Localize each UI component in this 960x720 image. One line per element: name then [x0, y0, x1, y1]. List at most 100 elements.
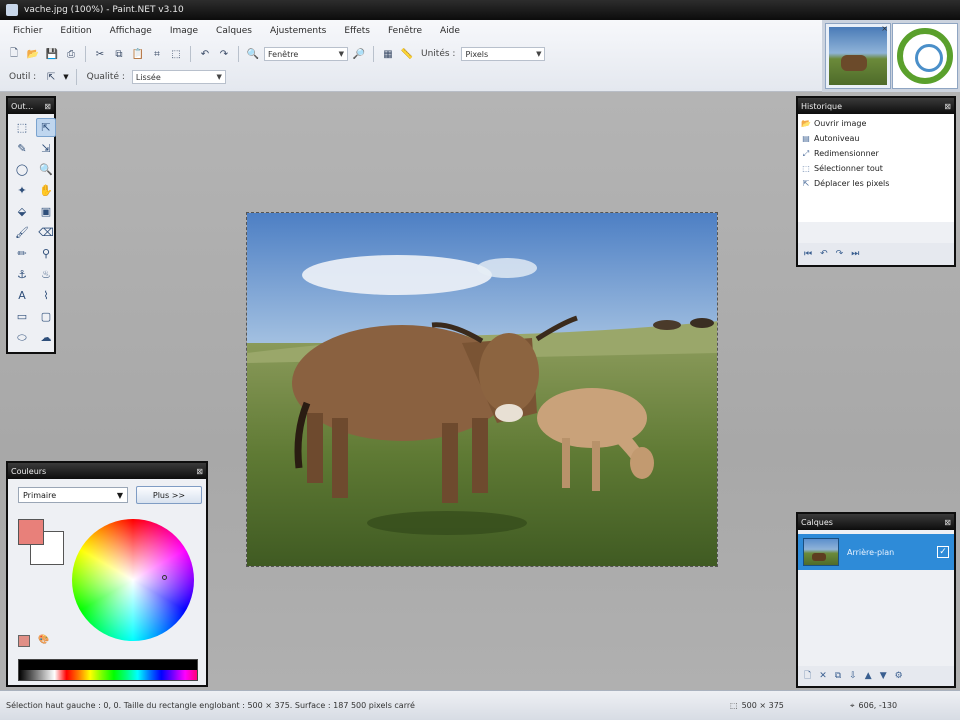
colors-controls: Primaire ▼ Plus >>: [8, 479, 206, 505]
more-colors-button[interactable]: Plus >>: [136, 486, 202, 504]
layer-properties-icon[interactable]: ⚙: [895, 671, 903, 681]
lasso-select-icon[interactable]: ✎: [12, 139, 32, 158]
rounded-rectangle-icon[interactable]: ▢: [36, 307, 56, 326]
paint-bucket-icon[interactable]: ⬙: [12, 202, 32, 221]
pin-icon[interactable]: ⊠: [944, 518, 951, 527]
magic-wand-icon[interactable]: ✦: [12, 181, 32, 200]
menu-ajustements[interactable]: Ajustements: [263, 24, 333, 40]
crop-icon[interactable]: ⌗: [149, 46, 165, 62]
move-pixels-icon: ⇱: [802, 179, 810, 188]
history-item[interactable]: ▤ Autoniveau: [801, 131, 951, 146]
image-thumbnail-vache[interactable]: ×: [825, 23, 891, 89]
paste-icon[interactable]: 📋: [130, 46, 146, 62]
history-list: 📂 Ouvrir image ▤ Autoniveau ⤢ Redimensionne…: [798, 114, 954, 222]
history-controls: ⏮ ↶ ↷ ⏭: [798, 243, 954, 265]
text-icon[interactable]: A: [12, 286, 32, 305]
redo-icon[interactable]: ↷: [216, 46, 232, 62]
menu-edition[interactable]: Edition: [53, 24, 98, 40]
move-layer-down-icon[interactable]: ▼: [880, 671, 887, 681]
move-selection-icon[interactable]: ⇲: [36, 139, 56, 158]
cut-icon[interactable]: ✂: [92, 46, 108, 62]
layer-visibility-checkbox[interactable]: ✓: [937, 546, 949, 558]
zoom-out-icon[interactable]: 🔍: [245, 46, 261, 62]
zoom-icon[interactable]: 🔍: [36, 160, 56, 179]
history-item[interactable]: 📂 Ouvrir image: [801, 116, 951, 131]
pin-icon[interactable]: ⊠: [44, 102, 51, 111]
undo-icon[interactable]: ↶: [820, 249, 828, 259]
history-panel-header[interactable]: Historique ⊠: [798, 98, 954, 114]
chevron-down-icon[interactable]: ▼: [63, 73, 68, 81]
color-palette[interactable]: [18, 659, 198, 681]
zoom-in-icon[interactable]: 🔎: [351, 46, 367, 62]
select-all-icon: ⬚: [802, 164, 810, 173]
clone-stamp-icon[interactable]: ⚓: [12, 265, 32, 284]
zoom-combo[interactable]: Fenêtre ▼: [264, 47, 348, 61]
history-item[interactable]: ⇱ Déplacer les pixels: [801, 176, 951, 191]
gradient-icon[interactable]: ▣: [36, 202, 56, 221]
image-canvas[interactable]: [246, 212, 718, 567]
print-icon[interactable]: ⎙: [63, 46, 79, 62]
new-file-icon[interactable]: 🗋: [6, 46, 22, 62]
save-icon[interactable]: 💾: [44, 46, 60, 62]
grid-icon[interactable]: ▦: [380, 46, 396, 62]
eraser-icon[interactable]: ⌫: [36, 223, 56, 242]
logo-thumbnail[interactable]: [892, 23, 958, 89]
units-combo[interactable]: Pixels ▼: [461, 47, 546, 61]
paintbrush-icon[interactable]: 🖌: [12, 223, 32, 242]
pin-icon[interactable]: ⊠: [196, 467, 203, 476]
primary-color-swatch[interactable]: [18, 519, 44, 545]
menu-fenetre[interactable]: Fenêtre: [381, 24, 429, 40]
move-selected-icon[interactable]: ⇱: [36, 118, 56, 137]
colors-panel-header[interactable]: Couleurs ⊠: [8, 463, 206, 479]
layer-row-background[interactable]: Arrière-plan ✓: [798, 534, 954, 570]
rewind-icon[interactable]: ⏮: [804, 249, 812, 259]
undo-icon[interactable]: ↶: [197, 46, 213, 62]
color-mode-select[interactable]: Primaire ▼: [18, 487, 128, 503]
pan-icon[interactable]: ✋: [36, 181, 56, 200]
duplicate-layer-icon[interactable]: ⧉: [835, 671, 841, 681]
menu-calques[interactable]: Calques: [209, 24, 259, 40]
color-wheel[interactable]: [72, 519, 194, 641]
recolor-icon[interactable]: ♨: [36, 265, 56, 284]
history-item[interactable]: ⤢ Redimensionner: [801, 146, 951, 161]
tools-panel-header[interactable]: Out... ⊠: [8, 98, 54, 114]
move-layer-up-icon[interactable]: ▲: [865, 671, 872, 681]
quality-combo[interactable]: Lissée ▼: [131, 70, 226, 84]
deselect-icon[interactable]: ⬚: [168, 46, 184, 62]
color-picker-icon[interactable]: ⚲: [36, 244, 56, 263]
line-curve-icon[interactable]: ⌇: [36, 286, 56, 305]
color-mode-value: Primaire: [23, 490, 57, 500]
status-position: ⌖ 606, -130: [850, 701, 960, 711]
menu-bar: Fichier Edition Affichage Image Calques …: [0, 24, 467, 40]
history-item-label: Sélectionner tout: [814, 164, 883, 173]
move-selection-tool-icon[interactable]: ⇱: [43, 69, 59, 85]
quality-label: Qualité :: [86, 72, 125, 82]
rectangle-icon[interactable]: ▭: [12, 307, 32, 326]
open-folder-icon[interactable]: 📂: [25, 46, 41, 62]
close-icon[interactable]: ×: [881, 24, 888, 33]
add-layer-icon[interactable]: 🗋: [804, 668, 811, 684]
menu-affichage[interactable]: Affichage: [103, 24, 159, 40]
menu-effets[interactable]: Effets: [337, 24, 377, 40]
pencil-icon[interactable]: ✏: [12, 244, 32, 263]
color-wheel-marker[interactable]: [162, 575, 167, 580]
palette-icon[interactable]: 🎨: [38, 635, 49, 647]
freeform-shape-icon[interactable]: ☁: [36, 328, 56, 347]
pin-icon[interactable]: ⊠: [944, 102, 951, 111]
copy-icon[interactable]: ⧉: [111, 46, 127, 62]
reset-colors-swatch[interactable]: [18, 635, 30, 647]
fast-forward-icon[interactable]: ⏭: [851, 249, 859, 259]
menu-fichier[interactable]: Fichier: [6, 24, 49, 40]
delete-layer-icon[interactable]: ✕: [819, 671, 827, 681]
history-item[interactable]: ⬚ Sélectionner tout: [801, 161, 951, 176]
merge-layer-icon[interactable]: ⇩: [849, 671, 857, 681]
redo-icon[interactable]: ↷: [836, 249, 844, 259]
ruler-icon[interactable]: 📏: [399, 46, 415, 62]
menu-aide[interactable]: Aide: [433, 24, 467, 40]
layers-panel-header[interactable]: Calques ⊠: [798, 514, 954, 530]
auto-level-icon: ▤: [802, 134, 810, 143]
rectangle-select-icon[interactable]: ⬚: [12, 118, 32, 137]
ellipse-select-icon[interactable]: ◯: [12, 160, 32, 179]
menu-image[interactable]: Image: [163, 24, 205, 40]
ellipse-icon[interactable]: ⬭: [12, 328, 32, 347]
